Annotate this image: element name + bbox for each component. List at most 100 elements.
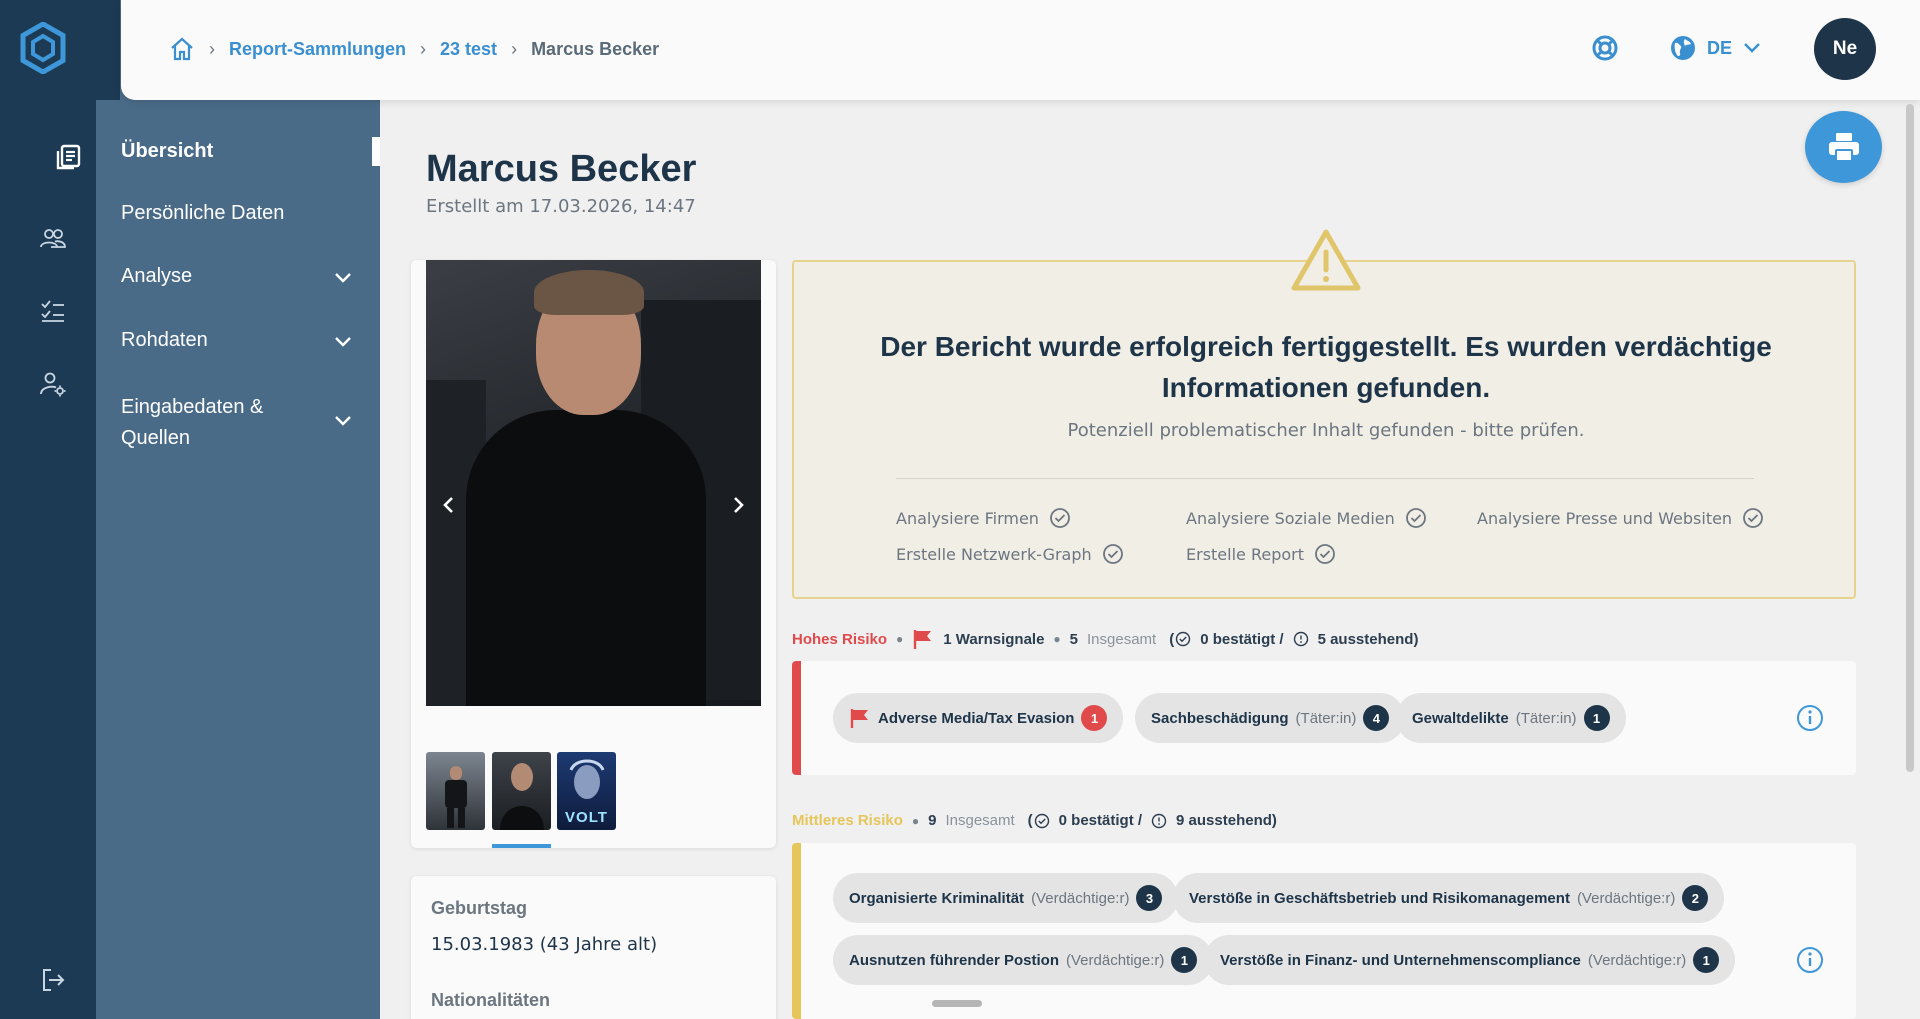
step-report: Erstelle Report [1186, 543, 1336, 565]
chip-name: Sachbeschädigung [1151, 709, 1289, 727]
checklist-rail-button[interactable] [30, 288, 76, 334]
medium-risk-panel: Organisierte Kriminalität (Verdächtige:r… [792, 843, 1856, 1019]
chevron-right-icon[interactable] [723, 490, 753, 520]
chip-count-badge: 4 [1363, 705, 1390, 731]
chevron-down-icon[interactable] [333, 271, 353, 285]
photo-thumbnail[interactable] [492, 752, 551, 830]
chip-name: Ausnutzen führender Postion [849, 951, 1059, 969]
step-soziale-medien: Analysiere Soziale Medien [1186, 507, 1427, 529]
thumbnail-badge: VOLT [565, 809, 608, 826]
breadcrumb: › Report-Sammlungen › 23 test › Marcus B… [169, 36, 659, 62]
profile-photo [426, 260, 761, 706]
sidebar-item-analyse[interactable]: Analyse [121, 265, 361, 288]
report-status-alert: Der Bericht wurde erfolgreich fertiggest… [792, 229, 1856, 599]
medium-risk-summary: Mittleres Risiko ● 9 Insgesamt ( 0 bestä… [792, 812, 1277, 829]
created-date: Erstellt am 17.03.2026, 14:47 [426, 196, 696, 217]
risk-chip-gewaltdelikte[interactable]: Gewaltdelikte (Täter:in) 1 [1396, 693, 1626, 743]
birthday-value: 15.03.1983 (43 Jahre alt) [431, 934, 658, 955]
report-icon [56, 144, 81, 170]
chip-count-badge: 2 [1682, 885, 1709, 911]
chip-name: Organisierte Kriminalität [849, 889, 1025, 907]
chip-role: (Täter:in) [1295, 709, 1357, 727]
vertical-scrollbar[interactable] [1906, 104, 1914, 772]
alert-subtitle: Potenziell problematischer Inhalt gefund… [1067, 420, 1585, 441]
check-circle-icon [1743, 508, 1763, 528]
warning-count: 1 Warnsignale [943, 630, 1045, 648]
risk-chip-finanzcompliance[interactable]: Verstöße in Finanz- und Unternehmenscomp… [1204, 935, 1736, 985]
high-risk-summary: Hohes Risiko ● 1 Warnsignale ● 5 Insgesa… [792, 628, 1418, 650]
breadcrumb-report-collections[interactable]: Report-Sammlungen [229, 39, 406, 60]
risk-level-label: Hohes Risiko [792, 630, 888, 648]
photo-card: VOLT [411, 260, 776, 848]
thumbnail-selected-indicator [492, 844, 551, 848]
user-avatar[interactable]: Ne [1814, 18, 1876, 80]
check-circle-icon [1176, 631, 1191, 647]
flag-icon [914, 630, 932, 649]
high-risk-panel: Adverse Media/Tax Evasion 1 Sachbeschädi… [792, 661, 1856, 775]
step-label: Analysiere Soziale Medien [1186, 508, 1395, 528]
step-label: Erstelle Report [1186, 544, 1304, 564]
chip-count-badge: 1 [1171, 947, 1198, 973]
risk-chip-geschaeftsbetrieb[interactable]: Verstöße in Geschäftsbetrieb und Risikom… [1173, 873, 1725, 923]
user-settings-rail-button[interactable] [30, 361, 76, 407]
user-settings-icon [40, 372, 66, 397]
chevron-down-icon[interactable] [333, 414, 353, 428]
logout-icon [43, 969, 65, 991]
total-count: 9 [928, 812, 937, 829]
logout-rail-button[interactable] [30, 957, 76, 1003]
photo-thumbnail[interactable] [426, 752, 485, 830]
users-rail-button[interactable] [30, 216, 76, 262]
report-rail-button[interactable] [38, 126, 100, 188]
sidebar-active-indicator [372, 137, 380, 166]
language-label: DE [1707, 37, 1733, 58]
print-button[interactable] [1805, 111, 1882, 183]
horizontal-scroll-handle[interactable] [932, 1000, 982, 1007]
chip-count-badge: 1 [1693, 947, 1720, 973]
chip-role: (Täter:in) [1515, 709, 1577, 727]
pending-count: 5 ausstehend) [1317, 630, 1419, 648]
lifebuoy-help-icon[interactable] [1591, 34, 1619, 62]
birthday-label: Geburtstag [431, 898, 528, 918]
risk-chip-sachbeschaedigung[interactable]: Sachbeschädigung (Täter:in) 4 [1135, 693, 1406, 743]
chevron-down-icon [1744, 43, 1760, 53]
flag-icon [850, 709, 868, 728]
sidebar-item-rohdaten[interactable]: Rohdaten [121, 329, 361, 352]
chip-name: Adverse Media/Tax Evasion [878, 709, 1075, 727]
chevron-right-icon: › [209, 38, 215, 59]
page-title: Marcus Becker [426, 148, 697, 190]
check-circle-icon [1315, 544, 1335, 564]
total-label: Insgesamt [1087, 630, 1157, 648]
risk-chip-organisierte-kriminalitaet[interactable]: Organisierte Kriminalität (Verdächtige:r… [833, 873, 1179, 923]
nationality-label: Nationalitäten [431, 990, 551, 1010]
chevron-left-icon[interactable] [434, 490, 464, 520]
risk-level-label: Mittleres Risiko [792, 812, 903, 829]
chip-role: (Verdächtige:r) [1031, 889, 1130, 907]
alert-title: Der Bericht wurde erfolgreich fertiggest… [880, 331, 1772, 403]
chip-role: (Verdächtige:r) [1066, 951, 1165, 969]
pending-count: 9 ausstehend) [1176, 812, 1277, 829]
clock-icon [1293, 631, 1308, 647]
users-icon [40, 229, 66, 248]
chevron-down-icon[interactable] [333, 335, 353, 349]
step-analyse-firmen: Analysiere Firmen [896, 507, 1071, 529]
chip-role: (Verdächtige:r) [1576, 889, 1676, 907]
confirmed-count: 0 bestätigt / [1058, 812, 1143, 829]
risk-chip-fuehrender-position[interactable]: Ausnutzen führender Postion (Verdächtige… [833, 935, 1214, 985]
logo-icon[interactable] [20, 22, 66, 74]
sidebar-item-persoenliche-daten[interactable]: Persönliche Daten [121, 202, 361, 225]
step-netzwerk-graph: Erstelle Netzwerk-Graph [896, 543, 1124, 565]
photo-thumbnail[interactable]: VOLT [557, 752, 616, 830]
risk-chip-adverse-media[interactable]: Adverse Media/Tax Evasion 1 [833, 693, 1124, 743]
chevron-right-icon: › [511, 38, 518, 59]
info-icon[interactable] [1796, 946, 1824, 974]
chip-role: (Verdächtige:r) [1587, 951, 1687, 969]
info-icon[interactable] [1796, 704, 1824, 732]
breadcrumb-collection[interactable]: 23 test [440, 39, 497, 60]
divider [896, 478, 1754, 479]
home-icon[interactable] [169, 36, 195, 62]
sidebar-item-uebersicht[interactable]: Übersicht [121, 140, 361, 163]
sidebar-item-eingabedaten-quellen[interactable]: Eingabedaten & Quellen [121, 392, 291, 454]
sidebar [96, 100, 380, 1019]
chevron-right-icon: › [420, 38, 427, 59]
language-selector[interactable]: DE [1669, 34, 1762, 62]
